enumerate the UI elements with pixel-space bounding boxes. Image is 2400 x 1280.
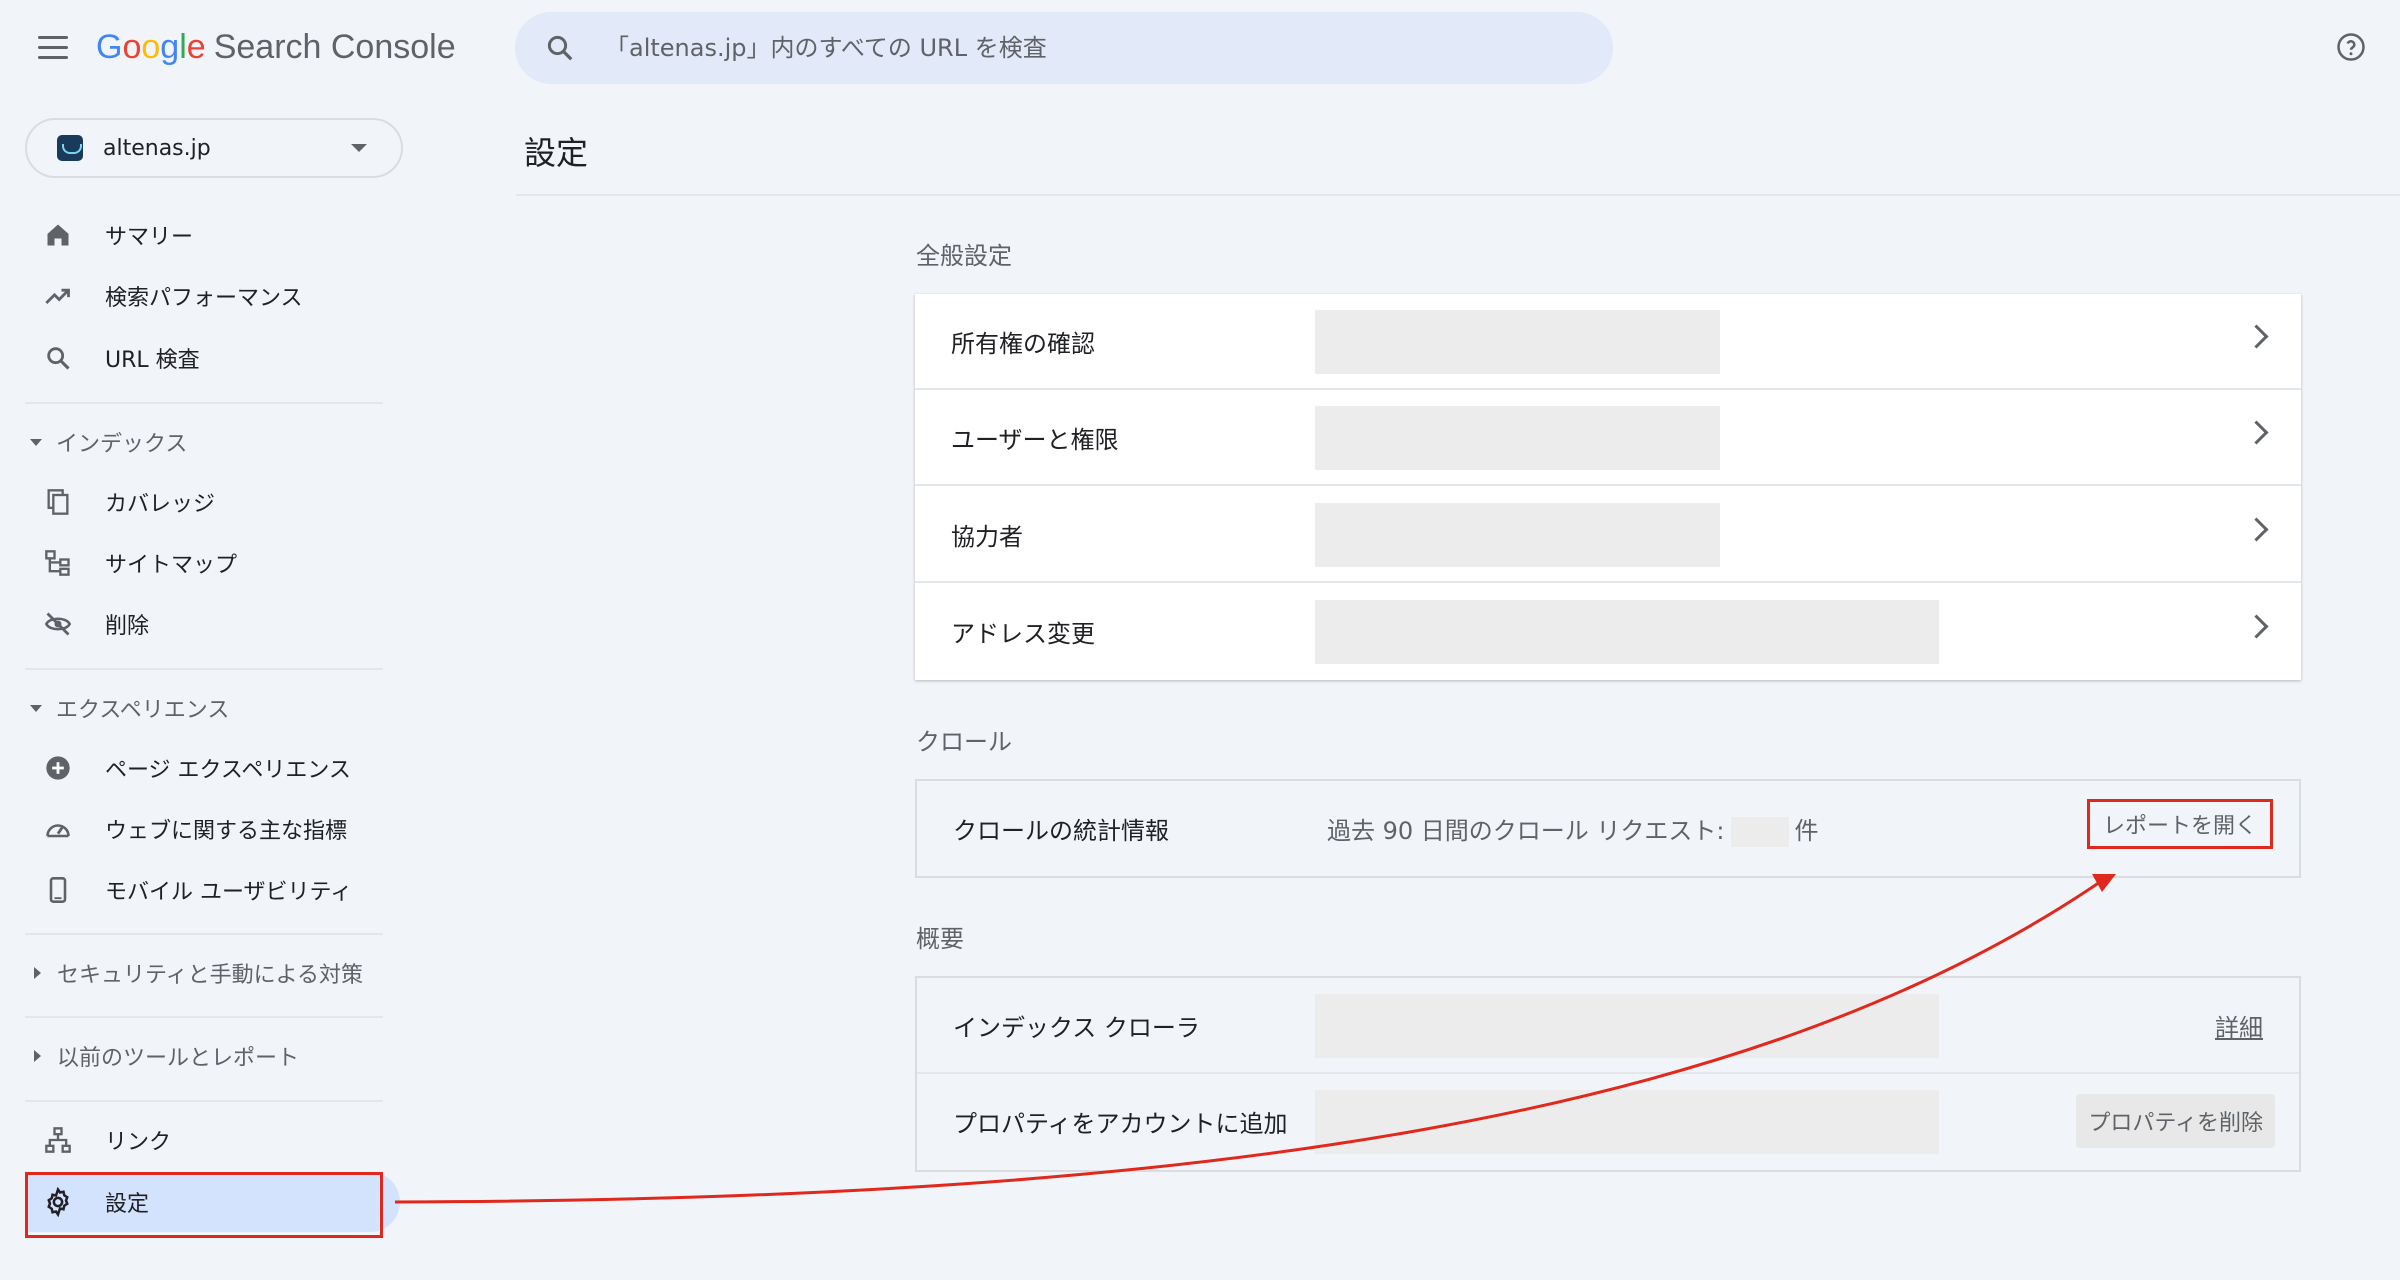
annotation-arrow xyxy=(394,874,2116,1204)
